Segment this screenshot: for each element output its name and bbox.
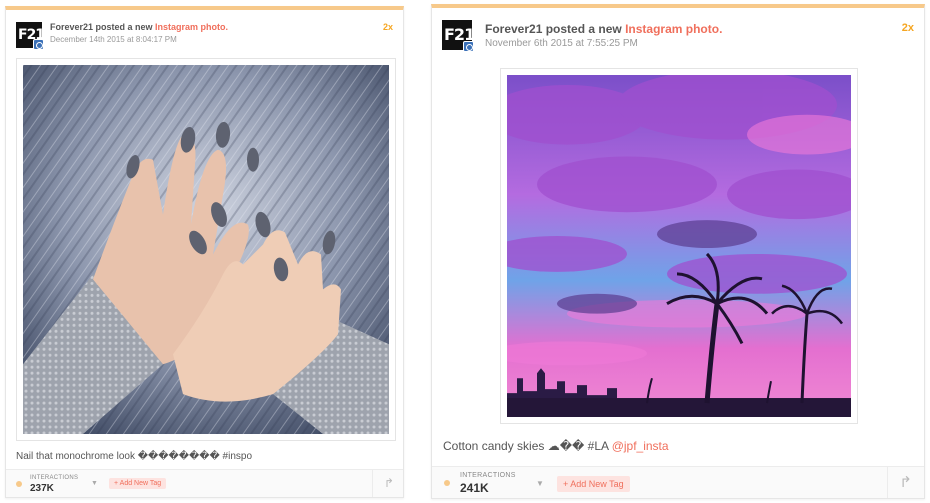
post-type-link[interactable]: Instagram photo. xyxy=(155,22,228,32)
caption-mention[interactable]: @jpf_insta xyxy=(612,439,669,453)
instagram-icon xyxy=(463,41,474,52)
post-headline: Forever21 posted a new Instagram photo. xyxy=(50,22,228,32)
share-icon[interactable]: ↱ xyxy=(384,476,394,490)
status-dot xyxy=(16,481,22,487)
post-type-link[interactable]: Instagram photo. xyxy=(625,22,722,36)
nails-on-fur-image xyxy=(23,65,389,434)
post-footer: INTERACTIONS 241K ▼ + Add New Tag ↱ xyxy=(432,466,924,498)
post-header: F21 Forever21 posted a new Instagram pho… xyxy=(6,10,403,54)
instagram-icon xyxy=(33,39,44,50)
post-headline: Forever21 posted a new Instagram photo. xyxy=(485,22,722,36)
chevron-down-icon[interactable]: ▼ xyxy=(536,479,544,488)
brand-avatar[interactable]: F21 xyxy=(442,20,475,52)
brand-avatar[interactable]: F21 xyxy=(16,22,45,50)
post-caption: Nail that monochrome look �������� #insp… xyxy=(16,451,252,462)
footer-divider xyxy=(887,467,888,498)
post-card: F21 Forever21 posted a new Instagram pho… xyxy=(5,6,404,498)
caption-text: Nail that monochrome look �������� #insp… xyxy=(16,451,253,462)
action-text: posted a new xyxy=(542,22,626,36)
post-header: F21 Forever21 posted a new Instagram pho… xyxy=(432,8,924,52)
status-dot xyxy=(444,480,450,486)
post-caption: Cotton candy skies ☁�� #LA @jpf_insta xyxy=(443,439,669,453)
post-timestamp: November 6th 2015 at 7:55:25 PM xyxy=(485,38,638,49)
interactions-value: 237K xyxy=(30,483,54,494)
post-photo-frame[interactable] xyxy=(500,68,858,424)
post-card: F21 Forever21 posted a new Instagram pho… xyxy=(431,4,925,499)
interactions-label: INTERACTIONS xyxy=(30,475,79,481)
sunset-palms-image xyxy=(507,75,851,417)
add-tag-button[interactable]: + Add New Tag xyxy=(109,478,167,489)
chevron-down-icon[interactable]: ▼ xyxy=(91,480,98,487)
post-footer: INTERACTIONS 237K ▼ + Add New Tag ↱ xyxy=(6,469,403,497)
interactions-label: INTERACTIONS xyxy=(460,472,516,479)
post-photo[interactable] xyxy=(23,65,389,434)
author-name[interactable]: Forever21 xyxy=(50,22,93,32)
post-photo-frame[interactable] xyxy=(16,58,396,441)
performance-multiplier: 2x xyxy=(382,22,393,32)
author-name[interactable]: Forever21 xyxy=(485,22,542,36)
post-photo[interactable] xyxy=(507,75,851,417)
action-text: posted a new xyxy=(93,22,156,32)
add-tag-button[interactable]: + Add New Tag xyxy=(557,476,630,492)
footer-divider xyxy=(372,470,373,497)
caption-text: Cotton candy skies ☁�� #LA xyxy=(443,439,612,453)
performance-multiplier: 2x xyxy=(901,22,914,34)
post-timestamp: December 14th 2015 at 8:04:17 PM xyxy=(50,35,177,44)
share-icon[interactable]: ↱ xyxy=(899,473,912,491)
interactions-value: 241K xyxy=(460,481,489,495)
